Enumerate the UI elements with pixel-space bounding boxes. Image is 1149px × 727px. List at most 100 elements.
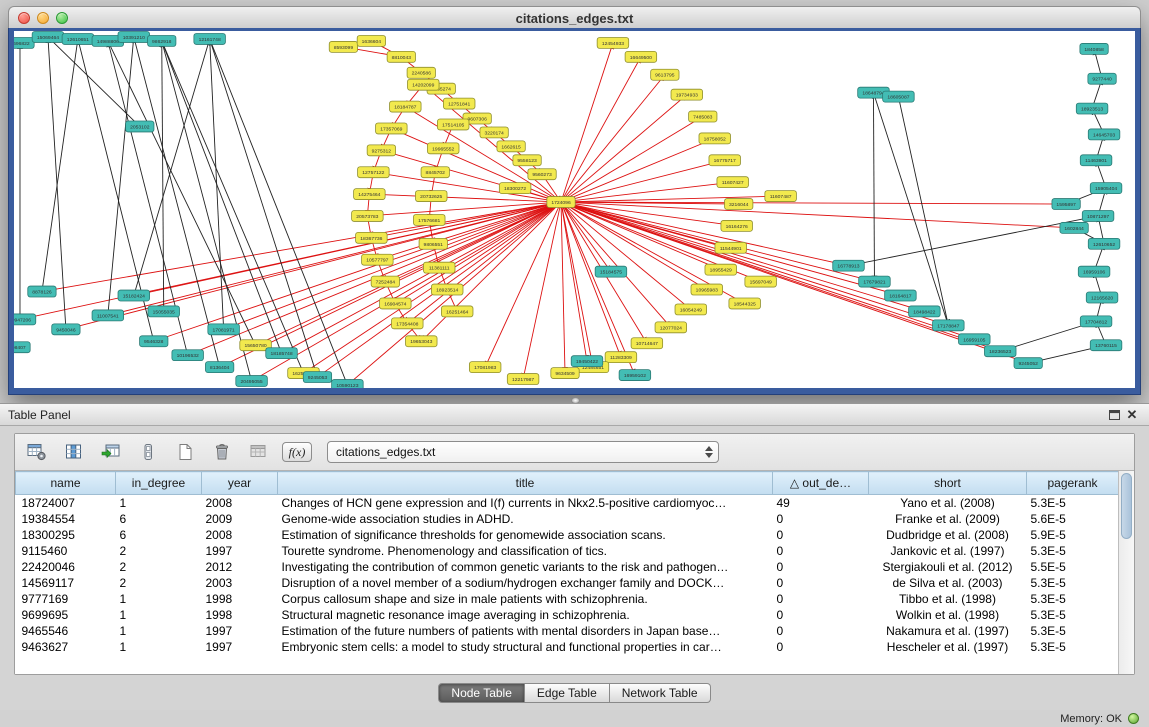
network-node[interactable]: 16959102 [619, 370, 651, 381]
close-panel-icon[interactable]: ✕ [1123, 407, 1141, 423]
network-node[interactable]: 1595897 [1052, 199, 1080, 210]
column-header-0[interactable]: name [16, 472, 116, 495]
network-node[interactable]: 12610652 [1088, 238, 1120, 249]
network-canvas[interactable]: 1724096881004322405861685274127518419607… [14, 31, 1135, 388]
network-node[interactable]: 18300272 [499, 183, 531, 194]
network-node[interactable]: 15905404 [1090, 183, 1122, 194]
network-node[interactable]: 9277440 [1088, 73, 1116, 84]
network-node[interactable]: 10391210 [118, 31, 150, 42]
window-titlebar[interactable]: citations_edges.txt [8, 6, 1141, 30]
network-node[interactable]: 9275312 [367, 145, 395, 156]
table-row[interactable]: 1456911722003Disruption of a novel membe… [16, 575, 1119, 591]
network-node[interactable]: 12454933 [597, 37, 629, 48]
network-node[interactable]: 8593099 [329, 41, 357, 52]
close-window-button[interactable] [18, 12, 30, 24]
network-edge[interactable] [162, 41, 282, 353]
network-node[interactable]: 18923514 [431, 284, 463, 295]
table-row[interactable]: 969969511998Structural magnetic resonanc… [16, 607, 1119, 623]
network-node[interactable]: 12161748 [194, 33, 226, 44]
network-node[interactable]: 18544325 [729, 298, 761, 309]
network-node[interactable]: 17354408 [392, 318, 424, 329]
network-edge[interactable] [134, 37, 220, 367]
table-row[interactable]: 1872400712008Changes of HCN gene express… [16, 495, 1119, 512]
network-node[interactable]: 18184787 [390, 101, 422, 112]
network-node[interactable]: 10947206 [14, 314, 36, 325]
column-header-5[interactable]: short [869, 472, 1027, 495]
network-node[interactable]: 9862918 [148, 35, 176, 46]
network-node[interactable]: 18605087 [883, 91, 915, 102]
column-header-4[interactable]: △ out_de… [773, 472, 869, 495]
table-row[interactable]: 2242004622012Investigating the contribut… [16, 559, 1119, 575]
import-column-button[interactable] [97, 438, 125, 466]
network-node[interactable]: 15182424 [118, 290, 150, 301]
column-header-6[interactable]: pagerank [1027, 472, 1119, 495]
import-table-disabled-button[interactable] [245, 438, 273, 466]
network-node[interactable]: 7485083 [689, 111, 717, 122]
network-node[interactable]: 9450046 [52, 324, 80, 335]
network-edge[interactable] [561, 75, 665, 202]
network-node[interactable]: 15697049 [745, 276, 777, 287]
network-node[interactable]: 16959105 [959, 334, 991, 345]
network-edge[interactable] [873, 93, 874, 282]
table-row[interactable]: 1938455462009Genome-wide association stu… [16, 511, 1119, 527]
network-node[interactable]: 9806551 [419, 238, 447, 249]
network-node[interactable]: 14645703 [1088, 129, 1120, 140]
network-edge[interactable] [561, 202, 565, 373]
network-node[interactable]: 19734933 [671, 89, 703, 100]
column-header-3[interactable]: title [278, 472, 773, 495]
network-node[interactable]: 9560273 [528, 169, 556, 180]
network-edge[interactable] [369, 194, 561, 202]
table-selector-combobox[interactable]: citations_edges.txt [327, 441, 719, 463]
network-node[interactable]: 12217987 [507, 374, 539, 385]
network-node[interactable]: 17357069 [376, 123, 408, 134]
tab-edge-table[interactable]: Edge Table [525, 683, 610, 703]
network-node[interactable]: 16054249 [675, 304, 707, 315]
network-node[interactable]: 9245052 [1014, 358, 1042, 369]
network-edge[interactable] [561, 202, 621, 357]
network-node[interactable]: 16775717 [709, 155, 741, 166]
table-mode-button[interactable] [23, 438, 51, 466]
network-node[interactable]: 3216044 [725, 199, 753, 210]
network-edge[interactable] [561, 202, 635, 375]
network-edge[interactable] [108, 37, 134, 315]
network-node[interactable]: 11544901 [715, 242, 747, 253]
network-node[interactable]: 16649500 [625, 51, 657, 62]
network-node[interactable]: 18498422 [909, 306, 941, 317]
table-scrollbar[interactable] [1118, 471, 1134, 674]
network-node[interactable]: 17679821 [859, 276, 891, 287]
network-node[interactable]: 1840858 [1080, 43, 1108, 54]
network-node[interactable]: 2053102 [126, 121, 154, 132]
column-header-1[interactable]: in_degree [116, 472, 202, 495]
network-node[interactable]: 10590123 [332, 380, 364, 388]
network-node[interactable]: 9634509 [551, 368, 579, 379]
network-node[interactable]: 16959106 [1078, 266, 1110, 277]
network-node[interactable]: 9613795 [651, 69, 679, 80]
network-node[interactable]: 16778913 [833, 260, 865, 271]
network-node[interactable]: 18923513 [1076, 103, 1108, 114]
network-node[interactable]: 8136404 [205, 362, 233, 373]
network-node[interactable]: 12077024 [655, 322, 687, 333]
table-row[interactable]: 911546021997Tourette syndrome. Phenomeno… [16, 543, 1119, 559]
network-node[interactable]: 18236523 [984, 346, 1016, 357]
table-row[interactable]: 977716911998Corpus callosum shape and si… [16, 591, 1119, 607]
network-node[interactable]: 17704812 [1080, 316, 1112, 327]
network-node[interactable]: 20732625 [415, 191, 447, 202]
network-node[interactable]: 11007541 [92, 310, 124, 321]
network-node[interactable]: 8810043 [387, 51, 415, 62]
network-node[interactable]: 19450422 [571, 356, 603, 367]
network-node[interactable]: 16904574 [380, 298, 412, 309]
network-node[interactable]: 16251464 [441, 306, 473, 317]
network-node[interactable]: 11463901 [1080, 155, 1112, 166]
network-node[interactable]: 10871297 [1082, 210, 1114, 221]
network-node[interactable]: 16164276 [721, 220, 753, 231]
function-builder-button[interactable]: f(x) [282, 442, 312, 462]
network-edge[interactable] [134, 202, 561, 295]
network-node[interactable]: 17514105 [437, 119, 469, 130]
network-node[interactable]: 14275464 [354, 189, 386, 200]
network-node[interactable]: 18367736 [356, 232, 388, 243]
network-node[interactable]: 17178847 [933, 320, 965, 331]
network-node[interactable]: 1636604 [357, 35, 385, 46]
network-edge[interactable] [561, 202, 593, 367]
network-node[interactable]: 11381111 [423, 262, 455, 273]
network-edge[interactable] [561, 202, 587, 361]
